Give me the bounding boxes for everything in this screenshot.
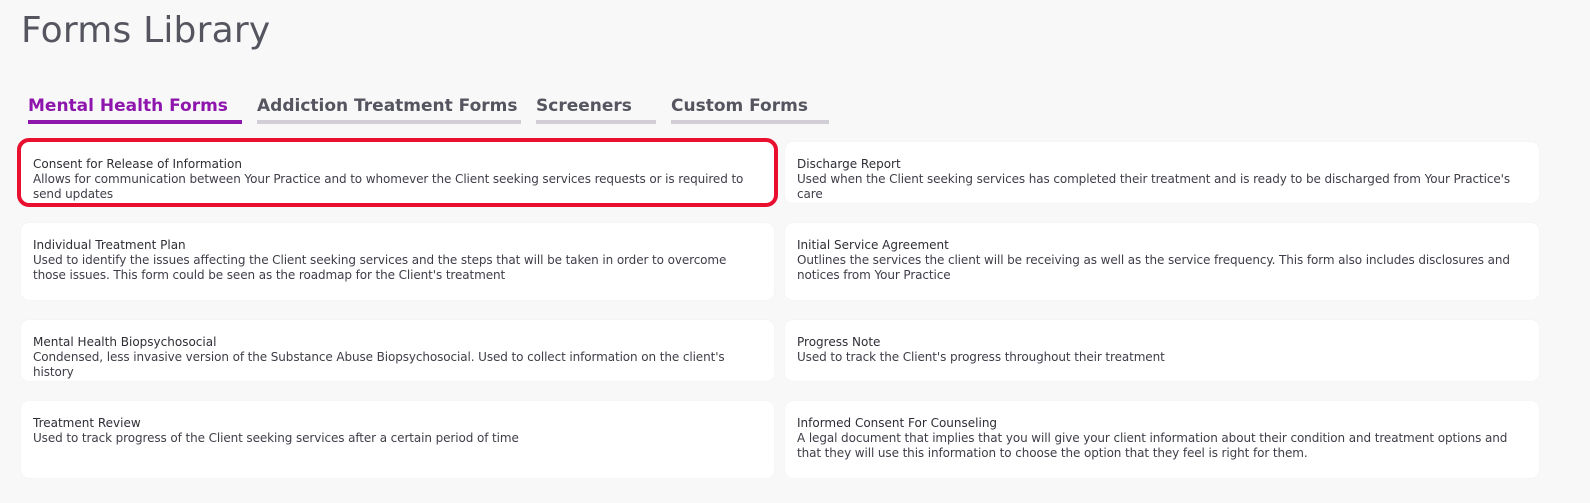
form-card-initial-service-agreement[interactable]: Initial Service Agreement Outlines the s… [785, 223, 1539, 300]
form-card-description: Allows for communication between Your Pr… [33, 172, 744, 201]
form-card-informed-consent-counseling[interactable]: Informed Consent For Counseling A legal … [785, 401, 1539, 478]
form-card-title: Discharge Report [797, 157, 901, 171]
form-card-description: A legal document that implies that you w… [797, 431, 1508, 460]
form-card-title: Treatment Review [33, 416, 141, 430]
form-card-consent-release-information[interactable]: Consent for Release of Information Allow… [17, 138, 778, 207]
form-card-description: Used to identify the issues affecting th… [33, 253, 727, 282]
form-card-description: Outlines the services the client will be… [797, 253, 1510, 282]
form-card-description: Condensed, less invasive version of the … [33, 350, 725, 379]
form-card-title: Informed Consent For Counseling [797, 416, 998, 430]
form-card-description: Used when the Client seeking services ha… [797, 172, 1510, 201]
form-category-tabs: Mental Health Forms Addiction Treatment … [28, 96, 829, 124]
page-title: Forms Library [21, 10, 271, 51]
tab-addiction-treatment-forms[interactable]: Addiction Treatment Forms [257, 96, 521, 124]
form-card-title: Progress Note [797, 335, 881, 349]
tab-custom-forms[interactable]: Custom Forms [671, 96, 829, 124]
form-card-individual-treatment-plan[interactable]: Individual Treatment Plan Used to identi… [21, 223, 774, 300]
form-card-title: Individual Treatment Plan [33, 238, 186, 252]
form-card-discharge-report[interactable]: Discharge Report Used when the Client se… [785, 142, 1539, 203]
form-card-title: Initial Service Agreement [797, 238, 949, 252]
form-card-description: Used to track the Client's progress thro… [797, 350, 1165, 364]
form-card-treatment-review[interactable]: Treatment Review Used to track progress … [21, 401, 774, 478]
form-card-description: Used to track progress of the Client see… [33, 431, 519, 445]
form-card-mental-health-biopsychosocial[interactable]: Mental Health Biopsychosocial Condensed,… [21, 320, 774, 381]
form-card-title: Consent for Release of Information [33, 157, 242, 171]
form-card-title: Mental Health Biopsychosocial [33, 335, 217, 349]
tab-mental-health-forms[interactable]: Mental Health Forms [28, 96, 242, 124]
tab-screeners[interactable]: Screeners [536, 96, 656, 124]
form-card-progress-note[interactable]: Progress Note Used to track the Client's… [785, 320, 1539, 381]
forms-grid: Consent for Release of Information Allow… [17, 138, 1539, 498]
